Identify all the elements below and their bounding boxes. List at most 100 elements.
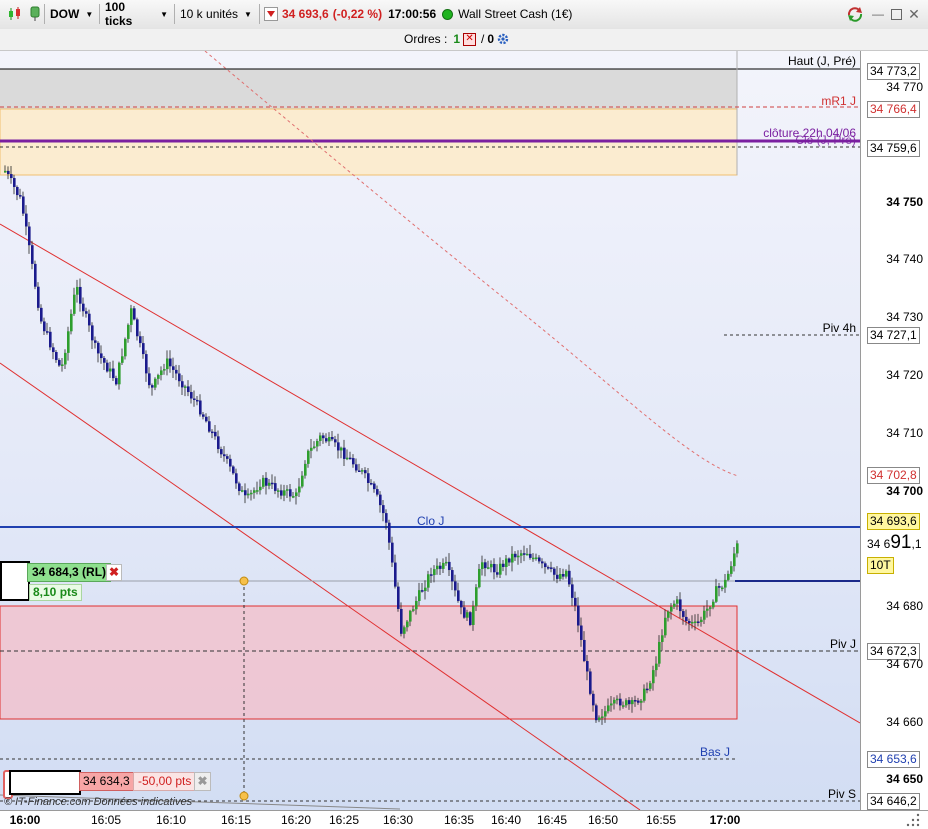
candle-body bbox=[514, 553, 517, 558]
candle-body bbox=[370, 482, 373, 485]
candle-body bbox=[94, 340, 97, 343]
candle-body bbox=[523, 553, 526, 555]
candle-body bbox=[508, 558, 511, 563]
entry-value: 34 684,3 (RL) bbox=[32, 565, 107, 579]
candle-body bbox=[187, 386, 190, 393]
candle-body bbox=[616, 698, 619, 701]
price-axis[interactable]: 34 773,2 34 770 34 766,4 34 759,6 34 750… bbox=[860, 51, 928, 810]
ticks-select[interactable]: 100 ticks ▼ bbox=[101, 0, 172, 28]
candle-body bbox=[106, 362, 109, 372]
candle-body bbox=[478, 568, 481, 588]
candle-body bbox=[196, 399, 199, 402]
candle-body bbox=[652, 670, 655, 684]
candle-body bbox=[586, 661, 589, 672]
candle-body bbox=[163, 369, 166, 371]
orders-count-pending[interactable]: 0 bbox=[487, 32, 494, 46]
chart-canvas bbox=[0, 51, 860, 810]
candle-body bbox=[214, 431, 217, 437]
y-tick: 34 650 bbox=[886, 772, 923, 786]
close-position-button[interactable]: ✖ bbox=[106, 564, 122, 581]
candle-body bbox=[574, 597, 577, 606]
close-j-tag: 34 693,6 bbox=[867, 513, 920, 530]
x-tick: 16:45 bbox=[536, 813, 568, 827]
chevron-down-icon: ▼ bbox=[85, 9, 94, 19]
candle-body bbox=[178, 373, 181, 382]
candle-body bbox=[430, 574, 433, 576]
settings-icon[interactable] bbox=[496, 32, 510, 46]
candle-body bbox=[265, 477, 268, 486]
entry-tag[interactable]: 34 684,3 (RL) bbox=[27, 563, 112, 582]
candle-body bbox=[427, 574, 430, 588]
candle-body bbox=[688, 621, 691, 624]
entry-handle[interactable] bbox=[239, 576, 249, 586]
resize-grip[interactable] bbox=[903, 813, 923, 827]
y-tick: 34 750 bbox=[886, 195, 923, 209]
candle-body bbox=[16, 186, 19, 196]
stop-handle[interactable] bbox=[239, 791, 249, 801]
candle-body bbox=[241, 490, 244, 492]
ma-tag: 34 702,8 bbox=[867, 467, 920, 484]
pin-button[interactable] bbox=[28, 3, 42, 25]
pivot-j-label: Piv J bbox=[829, 637, 856, 651]
cancel-stop-button[interactable]: ✖ bbox=[194, 772, 211, 791]
x-tick: 16:00 bbox=[9, 813, 41, 827]
candle-body bbox=[355, 464, 358, 471]
candle-body bbox=[271, 482, 274, 485]
candle-body bbox=[643, 688, 646, 701]
candle-body bbox=[208, 421, 211, 432]
candle-body bbox=[529, 553, 532, 558]
candle-body bbox=[115, 378, 118, 385]
candle-body bbox=[307, 450, 310, 464]
candle-body bbox=[334, 439, 337, 443]
candle-body bbox=[10, 174, 13, 179]
candle-body bbox=[376, 489, 379, 495]
close-icon: ✖ bbox=[108, 565, 120, 579]
candle-body bbox=[490, 563, 493, 568]
candle-body bbox=[520, 553, 523, 556]
candle-body bbox=[607, 705, 610, 712]
trading-window: DOW ▼ 100 ticks ▼ 10 k unités ▼ 34 693,6… bbox=[0, 0, 928, 829]
candle-body bbox=[268, 482, 271, 486]
candle-body bbox=[289, 489, 292, 497]
position-badge[interactable] bbox=[0, 561, 30, 601]
candle-body bbox=[28, 226, 31, 246]
orders-count-active[interactable]: 1 bbox=[453, 32, 460, 46]
candle-body bbox=[541, 561, 544, 564]
candle-body bbox=[181, 381, 184, 388]
maximize-button[interactable] bbox=[888, 3, 904, 25]
candle-body bbox=[79, 286, 82, 304]
separator bbox=[259, 4, 260, 24]
candle-body bbox=[409, 610, 412, 622]
stop-badge[interactable] bbox=[9, 770, 81, 795]
candle-body bbox=[649, 683, 652, 689]
candle-body bbox=[25, 213, 28, 227]
refresh-button[interactable] bbox=[845, 3, 865, 25]
channel-lower-line bbox=[0, 362, 641, 810]
candle-body bbox=[517, 555, 520, 558]
candle-body bbox=[469, 612, 472, 625]
close-button[interactable]: ✕ bbox=[906, 3, 922, 25]
candle-body bbox=[628, 700, 631, 705]
minimize-button[interactable]: — bbox=[870, 3, 886, 25]
y-tick: 34 720 bbox=[886, 368, 923, 382]
candle-body bbox=[85, 311, 88, 314]
candle-body bbox=[250, 492, 253, 495]
cancel-orders-icon[interactable]: ✕ bbox=[463, 32, 477, 46]
candle-body bbox=[673, 603, 676, 607]
price-chart[interactable]: Haut (J, Pré) mR1 J clôture 22h 04/06 Cl… bbox=[0, 51, 860, 810]
separator bbox=[99, 4, 100, 24]
candle-body bbox=[532, 557, 535, 560]
instrument-select[interactable]: DOW ▼ bbox=[46, 3, 96, 25]
pivot-s-tag: 34 646,2 bbox=[867, 793, 920, 810]
chart-type-button[interactable] bbox=[4, 3, 26, 25]
candle-body bbox=[304, 463, 307, 476]
time-axis[interactable]: 16:00 16:05 16:10 16:15 16:20 16:25 16:3… bbox=[0, 810, 928, 829]
candle-body bbox=[670, 606, 673, 612]
units-select[interactable]: 10 k unités ▼ bbox=[176, 3, 256, 25]
candle-body bbox=[709, 607, 712, 609]
stop-tag[interactable]: 34 634,3 bbox=[79, 772, 134, 791]
refresh-icon bbox=[847, 7, 863, 22]
candle-body bbox=[397, 586, 400, 609]
candle-body bbox=[205, 416, 208, 422]
candle-body bbox=[127, 324, 130, 339]
